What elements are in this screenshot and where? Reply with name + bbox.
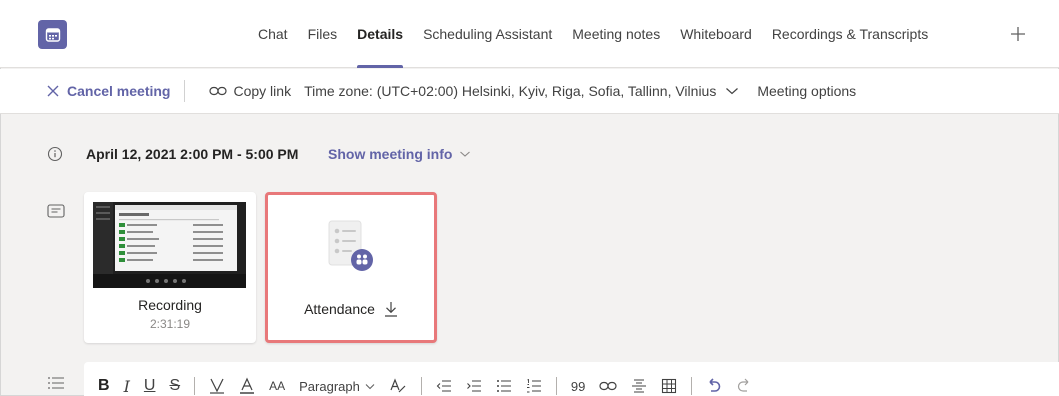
notes-icon [47,204,65,218]
undo-icon[interactable] [706,377,722,395]
insert-link-icon[interactable] [599,381,617,391]
editor-divider [691,377,693,395]
timezone-dropdown[interactable]: Time zone: (UTC+02:00) Helsinki, Kyiv, R… [304,83,739,99]
show-meeting-info-button[interactable]: Show meeting info [328,146,471,162]
font-size-button[interactable]: AA [269,379,285,393]
bold-button[interactable]: B [98,377,110,395]
recording-card[interactable]: Recording 2:31:19 [84,192,256,343]
link-icon [209,86,228,96]
meeting-toolbar: Cancel meeting Copy link Time zone: (UTC… [0,69,1059,114]
download-icon [384,302,397,317]
chevron-down-icon [726,88,739,95]
tab-details[interactable]: Details [357,0,403,68]
add-tab-icon[interactable] [1008,24,1028,44]
tab-whiteboard[interactable]: Whiteboard [680,0,752,68]
increase-indent-icon[interactable] [466,379,482,393]
cancel-meeting-button[interactable]: Cancel meeting [46,83,170,99]
attendance-label: Attendance [304,301,375,317]
strikethrough-button[interactable]: S [169,377,180,395]
meeting-datetime: April 12, 2021 2:00 PM - 5:00 PM [86,146,299,162]
notes-editor-toolbar: B I U S AA Paragraph 99 [84,362,1059,396]
calendar-icon[interactable] [38,20,67,49]
bulleted-list-icon [47,376,65,390]
font-color-icon[interactable] [239,377,255,395]
insert-table-icon[interactable] [661,378,677,394]
info-icon [47,146,63,162]
paragraph-dropdown[interactable]: Paragraph [299,379,375,394]
bullet-list-icon[interactable] [496,379,512,393]
clear-formatting-icon[interactable] [389,377,407,395]
tab-scheduling-assistant[interactable]: Scheduling Assistant [423,0,552,68]
numbered-list-icon[interactable] [526,379,542,393]
editor-divider [194,377,196,395]
recording-thumbnail [93,202,246,288]
editor-divider [555,377,557,395]
chevron-down-icon [365,383,375,389]
highlight-icon[interactable] [209,377,225,395]
chevron-down-icon [460,151,471,157]
timezone-label: Time zone: (UTC+02:00) Helsinki, Kyiv, R… [304,83,717,99]
tab-chat[interactable]: Chat [258,0,288,68]
recording-label: Recording [138,297,202,313]
attendance-report-icon [326,219,382,277]
attendance-card[interactable]: Attendance [265,192,437,343]
attendance-download-button[interactable]: Attendance [268,301,434,317]
horizontal-rule-icon[interactable] [631,378,647,394]
redo-icon[interactable] [736,377,752,395]
copy-link-label: Copy link [233,83,292,99]
tab-meeting-notes[interactable]: Meeting notes [572,0,660,68]
toolbar-divider [184,80,186,102]
tab-recordings-transcripts[interactable]: Recordings & Transcripts [772,0,928,68]
recording-duration: 2:31:19 [149,317,191,331]
decrease-indent-icon[interactable] [436,379,452,393]
editor-divider [420,377,422,395]
italic-button[interactable]: I [124,377,130,396]
meeting-header: Chat Files Details Scheduling Assistant … [0,0,1059,68]
tab-files[interactable]: Files [308,0,338,68]
copy-link-button[interactable]: Copy link [209,83,291,99]
cancel-meeting-label: Cancel meeting [67,83,171,99]
paragraph-label: Paragraph [299,378,360,394]
meeting-options-link[interactable]: Meeting options [757,83,856,99]
close-icon [47,85,59,97]
quote-button[interactable]: 99 [571,379,585,394]
tab-list: Chat Files Details Scheduling Assistant … [258,0,948,68]
underline-button[interactable]: U [144,377,156,395]
show-meeting-info-label: Show meeting info [328,146,453,162]
